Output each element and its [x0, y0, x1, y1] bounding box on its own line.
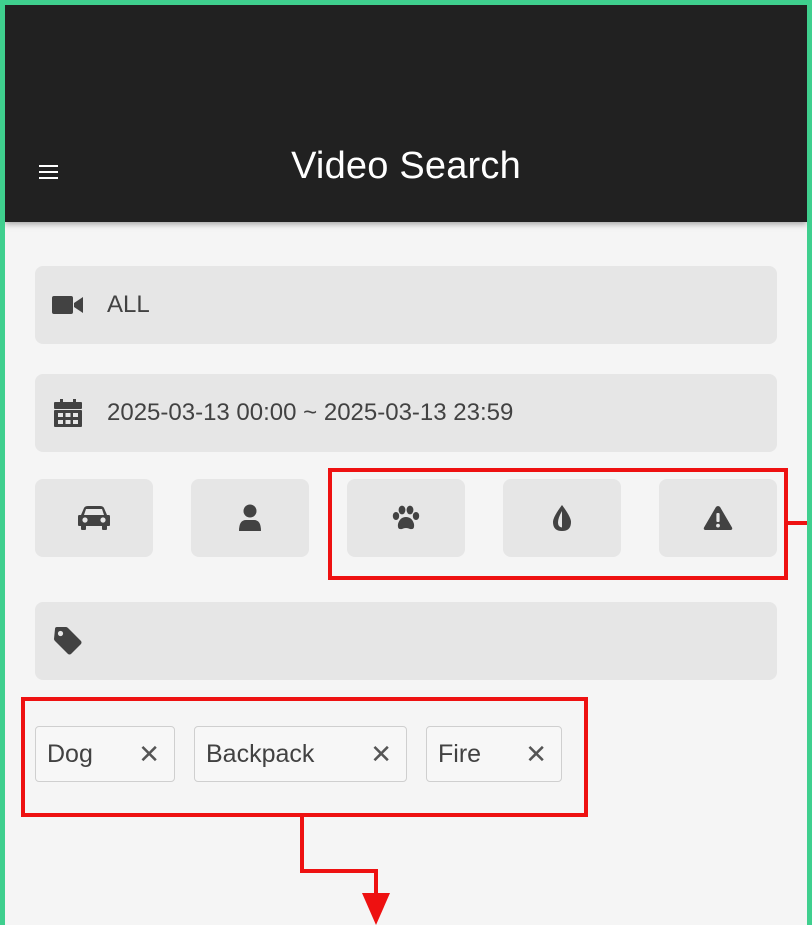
tag-input[interactable] — [35, 602, 777, 680]
paw-icon — [392, 505, 420, 530]
warning-icon — [703, 506, 733, 530]
filter-animal-button[interactable] — [347, 479, 465, 557]
person-icon — [239, 504, 261, 531]
app-bar: Video Search — [5, 5, 807, 222]
camera-select[interactable]: ALL — [35, 266, 777, 344]
tag-chip-label: Backpack — [206, 739, 315, 768]
page-title: Video Search — [291, 145, 521, 187]
car-icon — [78, 506, 110, 530]
tag-icon — [51, 602, 85, 680]
camera-value: ALL — [107, 291, 150, 318]
connector-line-down — [300, 815, 304, 873]
tag-chip-fire: Fire ✕ — [426, 726, 562, 782]
filter-person-button[interactable] — [191, 479, 309, 557]
video-camera-icon — [51, 266, 85, 344]
filter-liquid-button[interactable] — [503, 479, 621, 557]
close-icon[interactable]: ✕ — [370, 727, 392, 781]
tag-chip-backpack: Backpack ✕ — [194, 726, 407, 782]
tag-chip-dog: Dog ✕ — [35, 726, 175, 782]
app-frame: Video Search ALL 2025-03-13 00:00 ~ 2025… — [0, 0, 812, 925]
tag-chip-label: Fire — [438, 739, 482, 768]
connector-line-horizontal — [300, 869, 378, 873]
close-icon[interactable]: ✕ — [138, 727, 160, 781]
calendar-icon — [51, 374, 85, 452]
arrow-down-icon — [362, 893, 390, 925]
tag-chip-label: Dog — [47, 739, 93, 768]
close-icon[interactable]: ✕ — [525, 727, 547, 781]
droplet-icon — [553, 505, 571, 531]
date-range-select[interactable]: 2025-03-13 00:00 ~ 2025-03-13 23:59 — [35, 374, 777, 452]
filter-vehicle-button[interactable] — [35, 479, 153, 557]
connector-line-right — [786, 521, 807, 525]
date-range-value: 2025-03-13 00:00 ~ 2025-03-13 23:59 — [107, 399, 514, 426]
filter-alert-button[interactable] — [659, 479, 777, 557]
